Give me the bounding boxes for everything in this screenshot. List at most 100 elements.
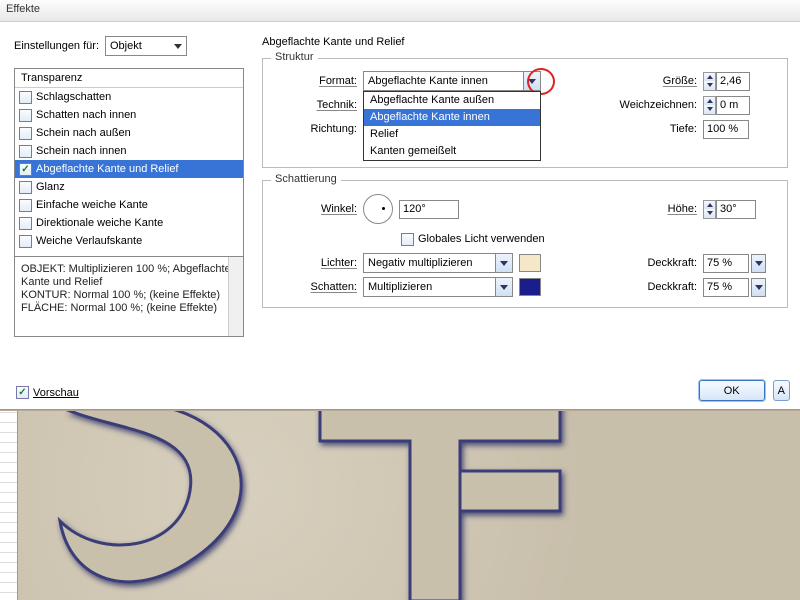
- format-value: Abgeflachte Kante innen: [368, 75, 488, 87]
- hoehe-row: Höhe: 30°: [593, 191, 777, 227]
- effect-checkbox[interactable]: [19, 199, 32, 212]
- dialog-footer: OK A: [699, 380, 790, 401]
- winkel-row: Winkel: 120°: [263, 191, 593, 227]
- effect-label: Einfache weiche Kante: [36, 199, 148, 211]
- lichter-label: Lichter:: [263, 257, 363, 269]
- deck1-dropdown-btn[interactable]: [751, 254, 766, 273]
- angle-dial[interactable]: [363, 194, 393, 224]
- effects-list: Schlagschatten Schatten nach innen Schein …: [15, 88, 243, 250]
- settings-value: Objekt: [110, 40, 142, 52]
- section-heading: Abgeflachte Kante und Relief: [262, 36, 788, 48]
- tiefe-row: Tiefe: 100 %: [593, 117, 777, 141]
- document-canvas: [0, 411, 800, 600]
- summary-box: OBJEKT: Multiplizieren 100 %; Abgeflacht…: [15, 256, 243, 336]
- groesse-spinner[interactable]: [703, 72, 716, 91]
- preview-row: Vorschau: [16, 386, 79, 399]
- lichter-combo[interactable]: Negativ multiplizieren: [363, 253, 513, 273]
- deck1-row: Deckkraft: 75 %: [593, 251, 777, 275]
- lichter-swatch[interactable]: [519, 254, 541, 272]
- schatten-combo[interactable]: Multiplizieren: [363, 277, 513, 297]
- winkel-input[interactable]: 120°: [399, 200, 459, 219]
- cancel-button[interactable]: A: [773, 380, 790, 401]
- deck1-input[interactable]: 75 %: [703, 254, 749, 273]
- groesse-label: Größe:: [593, 75, 703, 87]
- format-dropdown-btn[interactable]: [523, 72, 540, 90]
- effect-row[interactable]: Direktionale weiche Kante: [15, 214, 243, 232]
- global-light-checkbox[interactable]: [401, 233, 414, 246]
- schattierung-group: Schattierung Winkel: 120° Globales Lich: [262, 180, 788, 308]
- preview-checkbox[interactable]: [16, 386, 29, 399]
- effect-label: Schlagschatten: [36, 91, 111, 103]
- struktur-col-b: Größe: 2,46 Weichzeichnen: 0 m Tiefe: 10…: [593, 69, 777, 141]
- winkel-label: Winkel:: [263, 203, 363, 215]
- effect-row[interactable]: Schlagschatten: [15, 88, 243, 106]
- effect-row[interactable]: Glanz: [15, 178, 243, 196]
- dropdown-option[interactable]: Abgeflachte Kante innen: [364, 109, 540, 126]
- dropdown-option[interactable]: Kanten gemeißelt: [364, 143, 540, 160]
- global-row: Globales Licht verwenden: [263, 227, 593, 251]
- effect-label: Glanz: [36, 181, 65, 193]
- schatten-label: Schatten:: [263, 281, 363, 293]
- effect-label: Abgeflachte Kante und Relief: [36, 163, 179, 175]
- effect-checkbox[interactable]: [19, 91, 32, 104]
- struktur-cols: Format: Abgeflachte Kante innen Abgeflac…: [263, 69, 777, 141]
- hoehe-spinner[interactable]: [703, 200, 716, 219]
- effect-row[interactable]: Schein nach innen: [15, 142, 243, 160]
- left-column: Einstellungen für: Objekt Transparenz Sc…: [14, 36, 244, 374]
- effect-label: Weiche Verlaufskante: [36, 235, 142, 247]
- schatt-col-b: Höhe: 30° Deckkraft: 75 % Deckkraf: [593, 191, 777, 299]
- effect-checkbox[interactable]: [19, 145, 32, 158]
- weich-label: Weichzeichnen:: [593, 99, 703, 111]
- effect-row[interactable]: Einfache weiche Kante: [15, 196, 243, 214]
- preview-label: Vorschau: [33, 387, 79, 399]
- schatten-row: Schatten: Multiplizieren: [263, 275, 593, 299]
- weich-spinner[interactable]: [703, 96, 716, 115]
- groesse-row: Größe: 2,46: [593, 69, 777, 93]
- effect-label: Schein nach innen: [36, 145, 127, 157]
- effect-label: Schatten nach innen: [36, 109, 136, 121]
- effect-checkbox[interactable]: [19, 163, 32, 176]
- dropdown-option[interactable]: Relief: [364, 126, 540, 143]
- dialog-body: Einstellungen für: Objekt Transparenz Sc…: [0, 22, 800, 382]
- dialog-title: Effekte: [0, 0, 800, 22]
- format-combo[interactable]: Abgeflachte Kante innen Abgeflachte Kant…: [363, 71, 541, 91]
- struktur-label: Struktur: [271, 51, 318, 63]
- effect-checkbox[interactable]: [19, 217, 32, 230]
- effect-checkbox[interactable]: [19, 181, 32, 194]
- summary-text: OBJEKT: Multiplizieren 100 %; Abgeflacht…: [21, 263, 231, 314]
- hoehe-input[interactable]: 30°: [716, 200, 756, 219]
- effect-label: Direktionale weiche Kante: [36, 217, 163, 229]
- struktur-col-a: Format: Abgeflachte Kante innen Abgeflac…: [263, 69, 593, 141]
- settings-select[interactable]: Objekt: [105, 36, 187, 56]
- deck2-label: Deckkraft:: [593, 281, 703, 293]
- right-column: Abgeflachte Kante und Relief Struktur Fo…: [244, 36, 788, 374]
- effect-row[interactable]: Weiche Verlaufskante: [15, 232, 243, 250]
- weich-input[interactable]: 0 m: [716, 96, 750, 115]
- global-light-label: Globales Licht verwenden: [418, 233, 545, 245]
- summary-scrollbar[interactable]: [228, 257, 243, 336]
- schatt-cols: Winkel: 120° Globales Licht verwenden Li…: [263, 191, 777, 299]
- technik-label: Technik:: [263, 99, 363, 111]
- format-row: Format: Abgeflachte Kante innen Abgeflac…: [263, 69, 593, 93]
- effect-checkbox[interactable]: [19, 235, 32, 248]
- effect-checkbox[interactable]: [19, 127, 32, 140]
- deck2-dropdown-btn[interactable]: [751, 278, 766, 297]
- dropdown-option[interactable]: Abgeflachte Kante außen: [364, 92, 540, 109]
- tiefe-input[interactable]: 100 %: [703, 120, 749, 139]
- effect-row[interactable]: Schatten nach innen: [15, 106, 243, 124]
- schatten-value: Multiplizieren: [368, 281, 432, 293]
- effect-label: Schein nach außen: [36, 127, 131, 139]
- effect-row[interactable]: Schein nach außen: [15, 124, 243, 142]
- schatten-dropdown-btn[interactable]: [495, 278, 512, 296]
- deck2-input[interactable]: 75 %: [703, 278, 749, 297]
- ok-button[interactable]: OK: [699, 380, 765, 401]
- lichter-dropdown-btn[interactable]: [495, 254, 512, 272]
- weich-row: Weichzeichnen: 0 m: [593, 93, 777, 117]
- effect-row[interactable]: Abgeflachte Kante und Relief: [15, 160, 243, 178]
- effect-checkbox[interactable]: [19, 109, 32, 122]
- format-dropdown[interactable]: Abgeflachte Kante außenAbgeflachte Kante…: [363, 91, 541, 161]
- schattierung-label: Schattierung: [271, 173, 341, 185]
- groesse-input[interactable]: 2,46: [716, 72, 750, 91]
- schatten-swatch[interactable]: [519, 278, 541, 296]
- spacer-row: [593, 227, 777, 251]
